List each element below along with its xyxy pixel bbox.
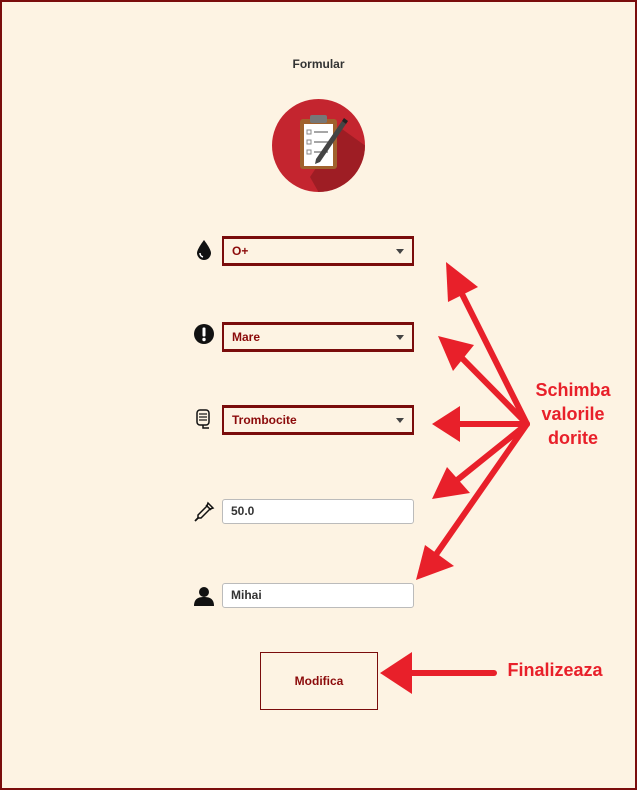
- quantity-field[interactable]: 50.0: [222, 499, 414, 524]
- blood-bag-icon: [196, 409, 210, 429]
- annotation-line-1: Schimba: [535, 380, 611, 400]
- priority-select[interactable]: Mare: [222, 322, 414, 352]
- exclamation-icon: [194, 324, 214, 344]
- chevron-down-icon: [396, 418, 404, 423]
- annotation-line-3: dorite: [547, 428, 598, 448]
- change-values-annotation: Schimba valorile dorite: [528, 378, 618, 450]
- blood-type-select[interactable]: O+: [222, 236, 414, 266]
- annotation-line-2: valorile: [541, 404, 605, 424]
- component-select[interactable]: Trombocite: [222, 405, 414, 435]
- pipette-icon: [194, 501, 215, 522]
- component-value: Trombocite: [232, 413, 297, 427]
- form-title: Formular: [292, 57, 345, 71]
- blood-drop-icon: [197, 240, 211, 260]
- blood-type-value: O+: [232, 244, 249, 258]
- modify-button[interactable]: Modifica: [260, 652, 378, 710]
- chevron-down-icon: [396, 249, 404, 254]
- finalize-annotation: Finalizeaza: [507, 660, 603, 680]
- clipboard-icon: [272, 99, 365, 192]
- name-field[interactable]: Mihai: [222, 583, 414, 608]
- priority-value: Mare: [232, 330, 261, 344]
- user-icon: [194, 587, 214, 606]
- chevron-down-icon: [396, 335, 404, 340]
